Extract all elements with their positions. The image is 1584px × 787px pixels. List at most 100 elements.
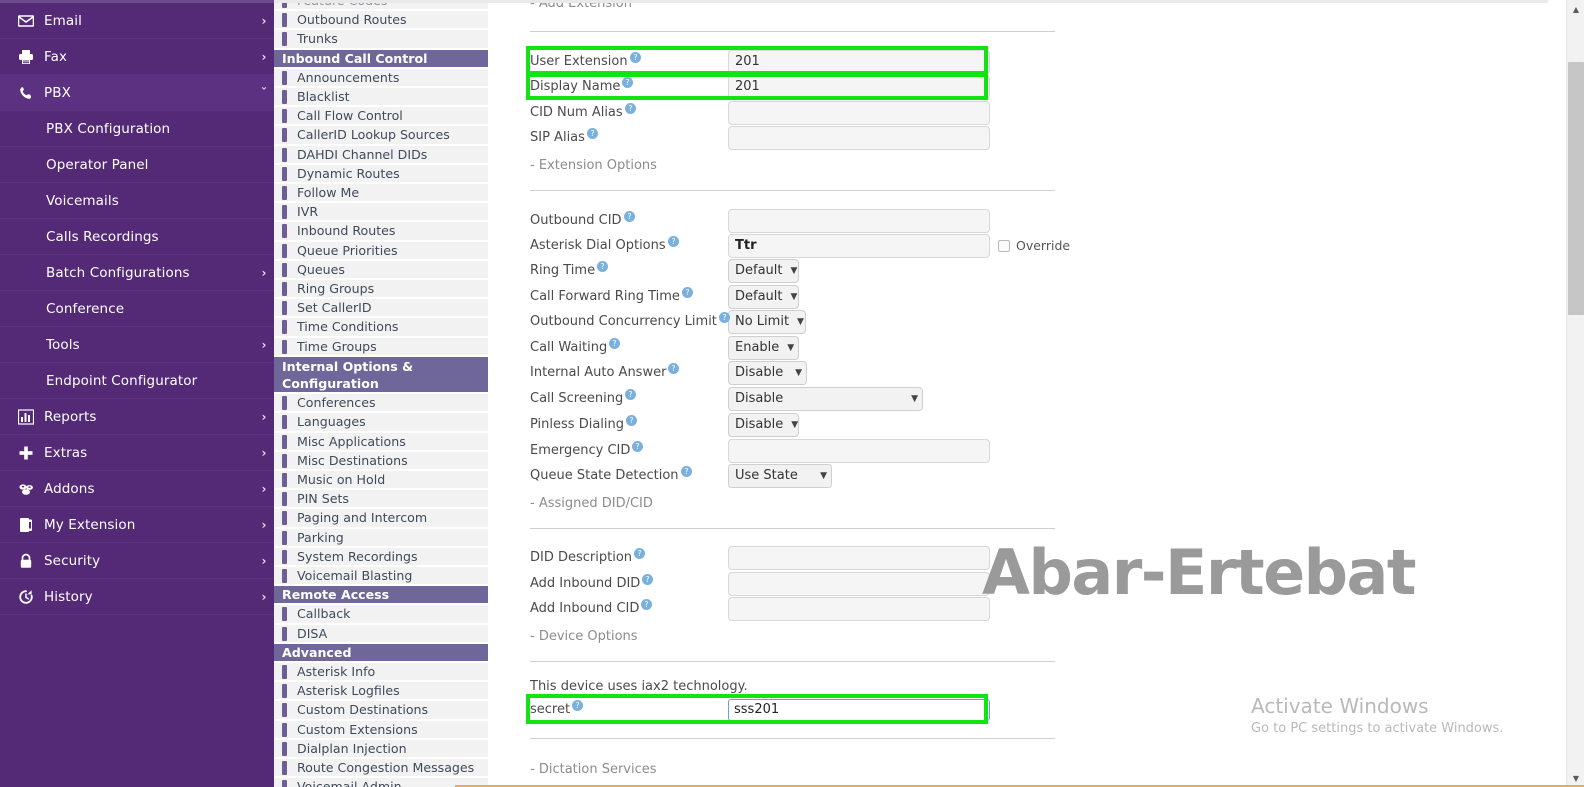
help-icon[interactable]: ? xyxy=(625,389,637,400)
nav-item-conferences[interactable]: Conferences xyxy=(274,394,488,413)
nav-item-pin-sets[interactable]: PIN Sets xyxy=(274,490,488,509)
nav-item-asterisk-logfiles[interactable]: Asterisk Logfiles xyxy=(274,682,488,701)
help-icon[interactable]: ? xyxy=(629,52,641,63)
sidebar-item-addons[interactable]: Addons › xyxy=(0,471,274,507)
nav-item-trunks[interactable]: Trunks xyxy=(274,30,488,49)
activate-windows-subtitle: Go to PC settings to activate Windows. xyxy=(1251,721,1504,736)
sidebar-item-extras[interactable]: Extras › xyxy=(0,435,274,471)
nav-item-callerid-lookup-sources[interactable]: CallerID Lookup Sources xyxy=(274,126,488,145)
nav-item-blacklist[interactable]: Blacklist xyxy=(274,88,488,107)
nav-item-callback[interactable]: Callback xyxy=(274,605,488,624)
help-icon[interactable]: ? xyxy=(609,338,621,349)
sidebar-item-pbx[interactable]: PBX ˇ xyxy=(0,75,274,111)
sidebar-item-tools[interactable]: Tools › xyxy=(0,327,274,363)
override-checkbox[interactable] xyxy=(998,239,1010,252)
select-queue-state-detection[interactable]: Use State ▼ xyxy=(728,463,832,488)
nav-item-disa[interactable]: DISA xyxy=(274,624,488,643)
sidebar-item-calls-recordings[interactable]: Calls Recordings xyxy=(0,219,274,255)
input-add-inbound-cid[interactable] xyxy=(728,596,990,621)
nav-item-misc-applications[interactable]: Misc Applications xyxy=(274,432,488,451)
nav-item-inbound-routes[interactable]: Inbound Routes xyxy=(274,222,488,241)
label-display-name: Display Name ? xyxy=(530,77,728,94)
sidebar-item-batch-configurations[interactable]: Batch Configurations › xyxy=(0,255,274,291)
override-checkbox-wrap[interactable]: Override xyxy=(998,238,1070,253)
nav-item-follow-me[interactable]: Follow Me xyxy=(274,184,488,203)
nav-item-queue-priorities[interactable]: Queue Priorities xyxy=(274,241,488,260)
input-display-name[interactable] xyxy=(728,74,990,99)
vertical-scrollbar[interactable]: ▲ ▼ xyxy=(1566,0,1584,787)
nav-item-time-conditions[interactable]: Time Conditions xyxy=(274,318,488,337)
nav-item-ivr[interactable]: IVR xyxy=(274,203,488,222)
nav-item-ring-groups[interactable]: Ring Groups xyxy=(274,280,488,299)
nav-item-route-congestion-messages[interactable]: Route Congestion Messages xyxy=(274,759,488,778)
nav-item-music-on-hold[interactable]: Music on Hold xyxy=(274,471,488,490)
help-icon[interactable]: ? xyxy=(718,312,730,323)
scrollbar-thumb[interactable] xyxy=(1568,62,1584,315)
input-emergency-cid[interactable] xyxy=(728,438,990,463)
help-icon[interactable]: ? xyxy=(667,236,679,247)
select-pinless-dialing[interactable]: Disable ▼ xyxy=(728,412,799,437)
help-icon[interactable]: ? xyxy=(622,77,634,88)
nav-item-dahdi-channel-dids[interactable]: DAHDI Channel DIDs xyxy=(274,145,488,164)
nav-item-call-flow-control[interactable]: Call Flow Control xyxy=(274,107,488,126)
help-icon[interactable]: ? xyxy=(623,211,635,222)
nav-item-dynamic-routes[interactable]: Dynamic Routes xyxy=(274,164,488,183)
select-internal-auto-answer[interactable]: Disable ▼ xyxy=(728,360,807,385)
input-outbound-cid[interactable] xyxy=(728,208,990,233)
nav-item-paging-and-intercom[interactable]: Paging and Intercom xyxy=(274,509,488,528)
label-did-description-text: DID Description xyxy=(530,550,633,565)
input-did-description[interactable] xyxy=(728,545,990,570)
sidebar-item-security[interactable]: Security › xyxy=(0,543,274,579)
nav-item-system-recordings[interactable]: System Recordings xyxy=(274,547,488,566)
help-icon[interactable]: ? xyxy=(634,548,646,559)
help-icon[interactable]: ? xyxy=(626,415,637,426)
nav-item-announcements[interactable]: Announcements xyxy=(274,68,488,87)
sidebar-item-conference[interactable]: Conference xyxy=(0,291,274,327)
nav-item-time-groups[interactable]: Time Groups xyxy=(274,337,488,356)
sidebar-item-voicemails[interactable]: Voicemails xyxy=(0,183,274,219)
sidebar-item-endpoint-configurator[interactable]: Endpoint Configurator xyxy=(0,363,274,399)
nav-item-queues[interactable]: Queues xyxy=(274,260,488,279)
sidebar-item-pbx-configuration[interactable]: PBX Configuration xyxy=(0,111,274,147)
input-add-inbound-did[interactable] xyxy=(728,571,990,596)
select-call-forward-ring-time[interactable]: Default ▼ xyxy=(728,284,799,309)
help-icon[interactable]: ? xyxy=(597,261,609,272)
input-cid-num-alias[interactable] xyxy=(728,100,990,125)
help-icon[interactable]: ? xyxy=(642,574,654,585)
sidebar-item-history[interactable]: History › xyxy=(0,579,274,615)
sidebar-item-operator-panel[interactable]: Operator Panel xyxy=(0,147,274,183)
pbx-nav-column[interactable]: Feature Codes Outbound Routes Trunks Inboun… xyxy=(274,0,488,787)
nav-item-misc-destinations[interactable]: Misc Destinations xyxy=(274,451,488,470)
nav-item-custom-extensions[interactable]: Custom Extensions xyxy=(274,720,488,739)
help-icon[interactable]: ? xyxy=(668,363,680,374)
nav-item-set-callerid[interactable]: Set CallerID xyxy=(274,299,488,318)
select-call-screening[interactable]: Disable ▼ xyxy=(728,386,923,411)
sidebar-item-email[interactable]: Email › xyxy=(0,3,274,39)
help-icon[interactable]: ? xyxy=(681,287,693,298)
sidebar-item-my-extension[interactable]: My Extension › xyxy=(0,507,274,543)
sidebar-item-fax[interactable]: Fax › xyxy=(0,39,274,75)
input-asterisk-dial-options[interactable] xyxy=(728,233,990,258)
input-secret[interactable] xyxy=(728,698,990,721)
nav-item-parking[interactable]: Parking xyxy=(274,528,488,547)
input-sip-alias[interactable] xyxy=(728,125,990,150)
help-icon[interactable]: ? xyxy=(680,466,692,477)
svg-text:?: ? xyxy=(645,600,649,609)
input-user-extension[interactable] xyxy=(728,49,990,74)
nav-item-asterisk-info[interactable]: Asterisk Info xyxy=(274,663,488,682)
nav-item-outbound-routes[interactable]: Outbound Routes xyxy=(274,11,488,30)
sidebar-item-reports[interactable]: Reports › xyxy=(0,399,274,435)
nav-item-dialplan-injection[interactable]: Dialplan Injection xyxy=(274,739,488,758)
help-icon[interactable]: ? xyxy=(572,700,584,711)
scroll-up-arrow-icon[interactable]: ▲ xyxy=(1567,0,1584,18)
nav-item-languages[interactable]: Languages xyxy=(274,413,488,432)
select-outbound-concurrency-limit[interactable]: No Limit ▼ xyxy=(728,309,806,334)
nav-item-custom-destinations[interactable]: Custom Destinations xyxy=(274,701,488,720)
help-icon[interactable]: ? xyxy=(632,441,644,452)
help-icon[interactable]: ? xyxy=(641,599,653,610)
help-icon[interactable]: ? xyxy=(624,103,636,114)
select-call-waiting[interactable]: Enable ▼ xyxy=(728,335,799,360)
nav-item-voicemail-blasting[interactable]: Voicemail Blasting xyxy=(274,567,488,586)
help-icon[interactable]: ? xyxy=(586,128,598,139)
select-ring-time[interactable]: Default ▼ xyxy=(728,258,799,283)
